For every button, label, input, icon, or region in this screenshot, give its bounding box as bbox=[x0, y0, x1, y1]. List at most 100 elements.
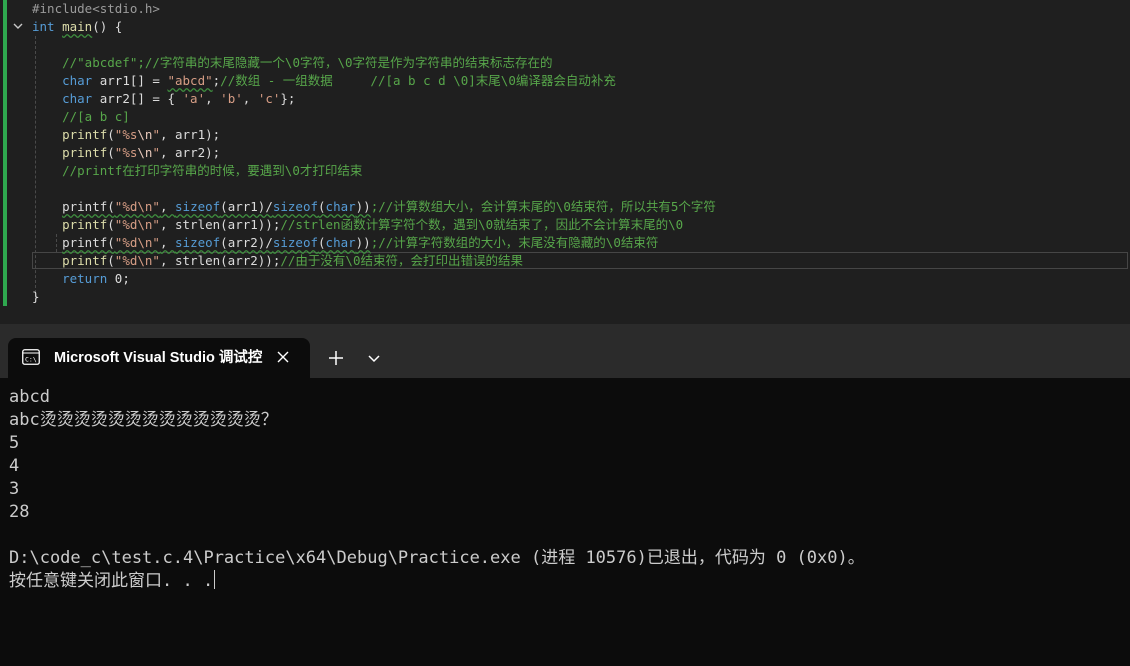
code-token: "%d\n" bbox=[114, 253, 160, 268]
code-token: "%d\n" bbox=[114, 235, 160, 250]
code-token: , bbox=[242, 91, 258, 106]
code-token: " bbox=[152, 145, 160, 160]
code-token: \n bbox=[137, 145, 153, 160]
terminal-app-icon: C:\ bbox=[22, 349, 40, 365]
close-icon[interactable] bbox=[276, 350, 290, 364]
code-line: char arr2[] = { 'a', 'b', 'c'}; bbox=[32, 90, 295, 108]
code-token: ;//计算数组大小，会计算末尾的\0结束符，所以共有5个字符 bbox=[370, 199, 716, 214]
code-token: printf bbox=[62, 145, 108, 160]
code-token: arr1[] = bbox=[92, 73, 168, 88]
code-line: //[a b c] bbox=[32, 108, 130, 126]
code-token: char bbox=[62, 73, 93, 88]
code-token: //printf在打印字符串的时候，要遇到\0才打印结束 bbox=[32, 163, 363, 178]
code-token: //数组 - 一组数据 //[a b c d \0]末尾\0编译器会自动补充 bbox=[220, 73, 616, 88]
code-token: char bbox=[325, 199, 356, 214]
output-line: 3 bbox=[9, 479, 20, 499]
code-token: ( bbox=[107, 217, 115, 232]
code-token: , bbox=[159, 235, 176, 250]
code-token: return bbox=[62, 271, 108, 286]
code-token: ( bbox=[107, 127, 115, 142]
code-token: \n bbox=[137, 127, 153, 142]
code-token: sizeof bbox=[175, 235, 221, 250]
code-token: printf( bbox=[62, 235, 115, 250]
code-token: 'c' bbox=[257, 91, 281, 106]
code-token: (arr2)/ bbox=[220, 235, 273, 250]
tab-strip: C:\ Microsoft Visual Studio 调试控 bbox=[0, 324, 1130, 378]
code-token: sizeof bbox=[272, 235, 319, 250]
code-token: //"abcdef";//字符串的末尾隐藏一个\0字符，\0字符是作为字符串的结… bbox=[32, 55, 553, 70]
code-token: ( bbox=[318, 235, 326, 250]
output-line: abcd bbox=[9, 387, 50, 407]
code-token: , arr1); bbox=[159, 127, 221, 142]
output-line: 按任意键关闭此窗口. . . bbox=[9, 570, 1119, 593]
code-token: "%s bbox=[114, 145, 138, 160]
code-token: , bbox=[159, 199, 176, 214]
code-token: #include<stdio.h> bbox=[32, 1, 160, 16]
code-token: "abcd" bbox=[167, 73, 213, 88]
change-indicator-bar bbox=[3, 0, 7, 18]
code-token: "%d\n" bbox=[114, 217, 160, 232]
code-token: (arr1)/ bbox=[220, 199, 273, 214]
code-token: printf bbox=[62, 127, 108, 142]
terminal-window[interactable]: C:\ Microsoft Visual Studio 调试控 abcd abc… bbox=[0, 324, 1130, 666]
plus-icon[interactable] bbox=[326, 348, 346, 368]
code-token: sizeof bbox=[272, 199, 319, 214]
text-cursor bbox=[214, 570, 216, 589]
code-token: //由于没有\0结束符，会打印出错误的结果 bbox=[280, 253, 523, 268]
code-token: ;//计算字符数组的大小，末尾没有隐藏的\0结束符 bbox=[370, 235, 659, 250]
code-token: "%s bbox=[114, 127, 138, 142]
code-token: , strlen(arr2)); bbox=[159, 253, 281, 268]
code-token: sizeof bbox=[175, 199, 221, 214]
output-line: 4 bbox=[9, 456, 20, 476]
code-line: printf("%d\n", strlen(arr1));//strlen函数计… bbox=[32, 216, 683, 234]
code-line: return 0; bbox=[32, 270, 130, 288]
code-token: 0; bbox=[107, 271, 130, 286]
chevron-down-icon[interactable] bbox=[364, 348, 384, 368]
code-token: ( bbox=[107, 145, 115, 160]
code-token: )) bbox=[355, 235, 371, 250]
code-line: printf("%s\n", arr2); bbox=[32, 144, 220, 162]
output-line: 28 bbox=[9, 502, 30, 522]
code-token: printf bbox=[62, 253, 108, 268]
tab-title: Microsoft Visual Studio 调试控 bbox=[54, 350, 263, 366]
code-editor[interactable]: #include<stdio.h> int main() { //"abcdef"… bbox=[0, 0, 1130, 324]
code-token: }; bbox=[280, 91, 296, 106]
terminal-tab[interactable]: C:\ Microsoft Visual Studio 调试控 bbox=[8, 338, 310, 378]
code-token: , strlen(arr1)); bbox=[159, 217, 281, 232]
output-line: D:\code_c\test.c.4\Practice\x64\Debug\Pr… bbox=[9, 548, 865, 568]
code-line: printf("%s\n", arr1); bbox=[32, 126, 220, 144]
code-token: () { bbox=[92, 19, 123, 34]
code-token: 'b' bbox=[220, 91, 243, 106]
code-line: char arr1[] = "abcd";//数组 - 一组数据 //[a b … bbox=[32, 72, 616, 90]
code-token: //strlen函数计算字符个数，遇到\0就结束了，因此不会计算末尾的\0 bbox=[280, 217, 684, 232]
code-token: , arr2); bbox=[159, 145, 221, 160]
change-indicator-bar bbox=[3, 18, 7, 306]
code-token: ( bbox=[107, 253, 115, 268]
code-token: } bbox=[32, 289, 40, 304]
chevron-down-icon[interactable] bbox=[12, 20, 24, 32]
code-token: ( bbox=[318, 199, 326, 214]
code-token: //[a b c] bbox=[32, 109, 130, 124]
code-line: int main() { bbox=[32, 18, 122, 36]
code-token: char bbox=[62, 91, 93, 106]
code-token: main bbox=[62, 19, 93, 34]
terminal-output[interactable]: abcd abc烫烫烫烫烫烫烫烫烫烫烫烫烫？ 5 4 3 28 D:\code_… bbox=[9, 386, 1119, 593]
code-token: )) bbox=[355, 199, 371, 214]
output-line: 5 bbox=[9, 433, 20, 453]
code-token: char bbox=[325, 235, 356, 250]
code-line: #include<stdio.h> bbox=[32, 0, 160, 18]
output-line: abc烫烫烫烫烫烫烫烫烫烫烫烫烫？ bbox=[9, 410, 278, 430]
code-line: printf("%d\n", strlen(arr2));//由于没有\0结束符… bbox=[32, 252, 523, 270]
code-token: , bbox=[205, 91, 221, 106]
code-token: "%d\n" bbox=[114, 199, 160, 214]
